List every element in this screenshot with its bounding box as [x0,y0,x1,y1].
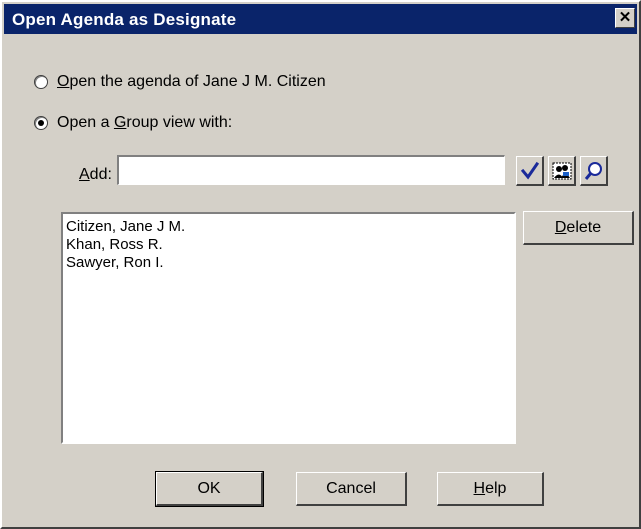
address-book-button[interactable] [548,156,576,186]
close-icon: ✕ [618,9,632,26]
delete-button-label: Delete [554,218,602,236]
help-button-label: Help [473,479,507,497]
cancel-button-label: Cancel [326,479,376,497]
cancel-button[interactable]: Cancel [296,472,407,506]
ok-button[interactable]: OK [155,471,264,507]
open-agenda-option[interactable]: Open the agenda of Jane J M. Citizen [34,71,326,93]
open-agenda-label: Open the agenda of Jane J M. Citizen [57,73,326,90]
close-button[interactable]: ✕ [615,8,635,28]
open-agenda-dialog: Open Agenda as Designate ✕ Open the agen… [0,0,641,529]
dialog-title: Open Agenda as Designate [12,10,237,29]
title-bar[interactable]: Open Agenda as Designate ✕ [4,4,637,34]
add-label: Add: [79,166,112,183]
list-item[interactable]: Sawyer, Ron I. [66,254,511,272]
group-view-option[interactable]: Open a Group view with: [34,112,232,134]
open-agenda-radio[interactable] [34,75,48,89]
check-names-button[interactable] [516,156,544,186]
search-button[interactable] [580,156,608,186]
ok-button-label: OK [197,479,221,497]
list-item[interactable]: Khan, Ross R. [66,236,511,254]
group-view-label: Open a Group view with: [57,114,233,131]
list-item[interactable]: Citizen, Jane J M. [66,218,511,236]
add-input[interactable] [117,155,505,185]
help-button[interactable]: Help [437,472,544,506]
group-view-radio[interactable] [34,116,48,130]
magnifier-icon [584,161,602,180]
group-members-list[interactable]: Citizen, Jane J M. Khan, Ross R. Sawyer,… [61,212,516,444]
checkmark-icon [520,161,539,179]
delete-button[interactable]: Delete [523,211,634,245]
address-book-icon [552,162,571,179]
